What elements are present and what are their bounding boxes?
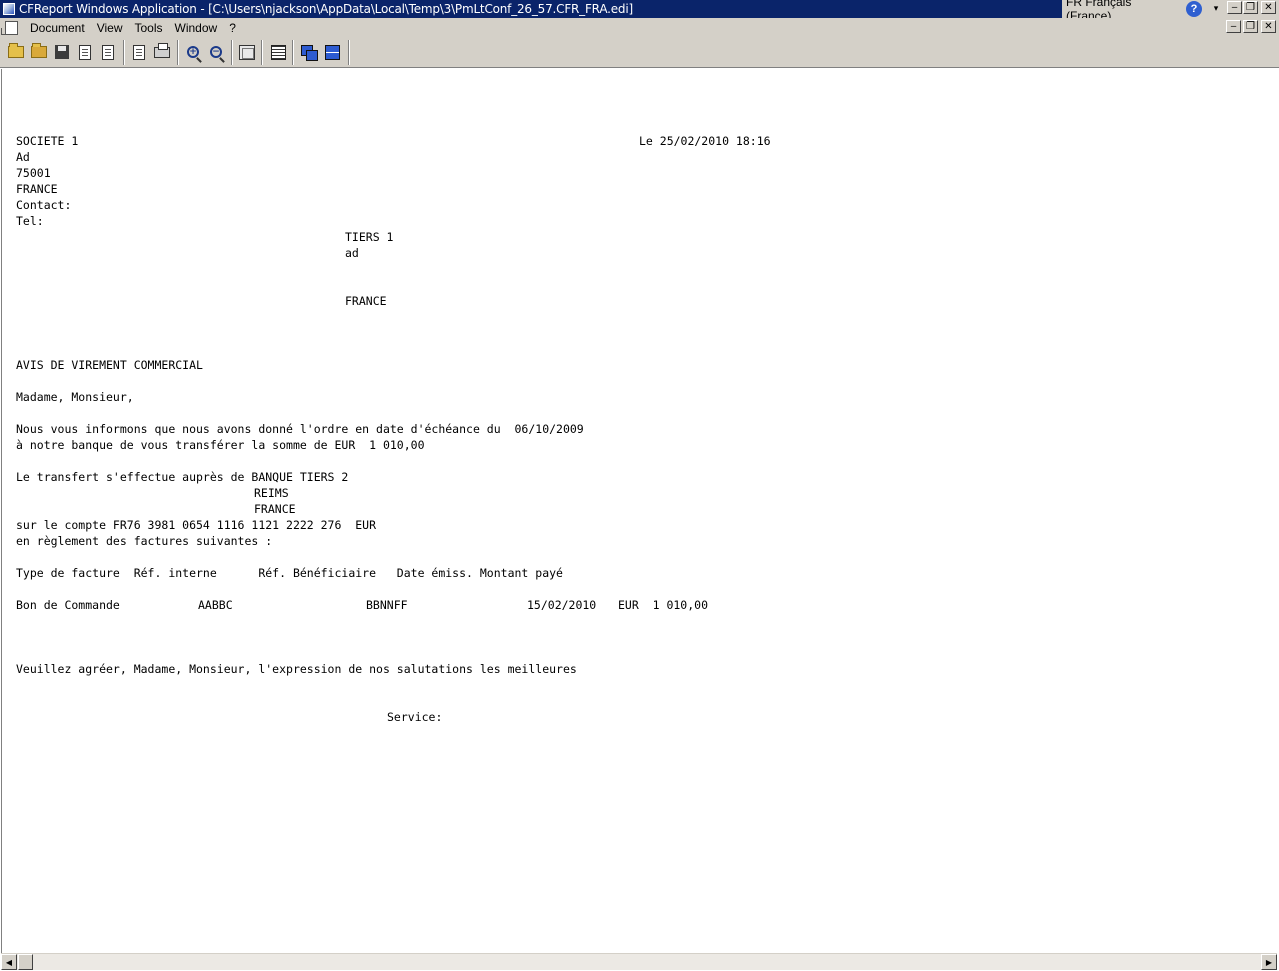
- toolbar-window-group: [298, 41, 344, 63]
- menu-window[interactable]: Window: [169, 21, 224, 35]
- company-postcode: 75001: [16, 166, 51, 180]
- recipient-name: TIERS 1: [345, 230, 394, 244]
- salutation: Madame, Monsieur,: [16, 390, 134, 404]
- title-bar: CFReport Windows Application - [C:\Users…: [0, 0, 1279, 23]
- zoom-out-icon: −: [210, 46, 222, 58]
- grid-button[interactable]: [267, 41, 289, 63]
- recipient-country: FRANCE: [345, 294, 387, 308]
- save-icon: [55, 45, 69, 59]
- frame-icon: [239, 44, 255, 60]
- bank-city: REIMS: [254, 486, 289, 500]
- doc-close-button[interactable]: ✕: [1261, 20, 1276, 33]
- document-icon[interactable]: [1, 20, 18, 35]
- document-date: Le 25/02/2010 18:16: [639, 134, 771, 148]
- toolbar-separator: [177, 40, 179, 65]
- tile-button[interactable]: [321, 41, 343, 63]
- body-line-2: à notre banque de vous transférer la som…: [16, 438, 425, 452]
- export-button[interactable]: [74, 41, 96, 63]
- doc-restore-button[interactable]: ❐: [1243, 20, 1258, 33]
- row-invoice-type: Bon de Commande: [16, 598, 120, 612]
- tile-icon: [324, 44, 340, 60]
- transfer-bank: Le transfert s'effectue auprès de BANQUE…: [16, 470, 349, 484]
- row-internal-ref: AABBC: [198, 598, 233, 612]
- page-setup-icon: [102, 44, 114, 60]
- open-folder-icon: [8, 43, 24, 58]
- open-button[interactable]: [28, 41, 50, 63]
- toolbar-file-group: [5, 41, 120, 63]
- company-address: Ad: [16, 150, 30, 164]
- recipient-address: ad: [345, 246, 359, 260]
- print-preview-button[interactable]: [128, 41, 150, 63]
- menu-help[interactable]: ?: [223, 21, 242, 35]
- frame-button[interactable]: [236, 41, 258, 63]
- minimize-button[interactable]: ‒: [1227, 1, 1242, 14]
- grid-icon: [270, 44, 286, 60]
- close-button[interactable]: ✕: [1261, 1, 1276, 14]
- toolbar-separator: [231, 40, 233, 65]
- toolbar-separator: [348, 40, 350, 65]
- doc-minimize-button[interactable]: ‒: [1226, 20, 1241, 33]
- menu-bar: Document View Tools Window ? ‒ ❐ ✕: [0, 18, 1279, 37]
- company-name: SOCIETE 1: [16, 134, 79, 148]
- row-amount: EUR 1 010,00: [618, 598, 709, 612]
- app-icon[interactable]: [3, 3, 15, 15]
- menu-tools[interactable]: Tools: [129, 21, 169, 35]
- horizontal-scrollbar[interactable]: ◀ ▶: [1, 953, 1277, 970]
- zoom-out-button[interactable]: −: [205, 41, 227, 63]
- toolbar-zoom-group: + −: [182, 41, 228, 63]
- document-view[interactable]: SOCIETE 1 Le 25/02/2010 18:16 Ad 75001 F…: [1, 69, 1277, 953]
- toolbar-separator: [292, 40, 294, 65]
- options-chevron-icon[interactable]: ▾: [1211, 2, 1221, 16]
- scroll-right-icon[interactable]: ▶: [1261, 954, 1277, 970]
- toolbar-separator: [123, 40, 125, 65]
- zoom-in-icon: +: [187, 46, 199, 58]
- zoom-in-button[interactable]: +: [182, 41, 204, 63]
- menu-document[interactable]: Document: [24, 21, 91, 35]
- cascade-button[interactable]: [298, 41, 320, 63]
- toolbar-separator: [261, 40, 263, 65]
- invoices-intro: en règlement des factures suivantes :: [16, 534, 273, 548]
- help-icon[interactable]: ?: [1186, 1, 1202, 17]
- service-label: Service:: [387, 710, 443, 724]
- row-beneficiary-ref: BBNNFF: [366, 598, 408, 612]
- export-icon: [79, 44, 91, 60]
- language-indicator[interactable]: FR Français (France): [1066, 0, 1179, 23]
- company-country: FRANCE: [16, 182, 58, 196]
- open-folder-button[interactable]: [5, 41, 27, 63]
- scroll-thumb[interactable]: [18, 954, 33, 970]
- toolbar-view-group: [236, 41, 259, 63]
- bank-country: FRANCE: [254, 502, 296, 516]
- print-button[interactable]: [151, 41, 173, 63]
- print-preview-icon: [133, 44, 145, 60]
- cascade-icon: [301, 44, 318, 61]
- table-header: Type de facture Réf. interne Réf. Bénéfi…: [16, 566, 563, 580]
- save-button[interactable]: [51, 41, 73, 63]
- page-setup-button[interactable]: [97, 41, 119, 63]
- closing-line: Veuillez agréer, Madame, Monsieur, l'exp…: [16, 662, 577, 676]
- scroll-left-icon[interactable]: ◀: [1, 954, 17, 970]
- row-issue-date: 15/02/2010: [527, 598, 597, 612]
- open-icon: [31, 43, 47, 58]
- body-line-1: Nous vous informons que nous avons donné…: [16, 422, 584, 436]
- print-icon: [154, 42, 170, 58]
- toolbar-grid-group: [267, 41, 290, 63]
- restore-button[interactable]: ❐: [1243, 1, 1258, 14]
- toolbar: + −: [0, 37, 1279, 68]
- window-title: CFReport Windows Application - [C:\Users…: [19, 2, 633, 16]
- company-tel: Tel:: [16, 214, 44, 228]
- account-line: sur le compte FR76 3981 0654 1116 1121 2…: [16, 518, 377, 532]
- document-heading: AVIS DE VIREMENT COMMERCIAL: [16, 358, 203, 372]
- company-contact: Contact:: [16, 198, 72, 212]
- toolbar-print-group: [128, 41, 174, 63]
- menu-view[interactable]: View: [91, 21, 129, 35]
- title-bar-active: CFReport Windows Application - [C:\Users…: [0, 0, 1062, 18]
